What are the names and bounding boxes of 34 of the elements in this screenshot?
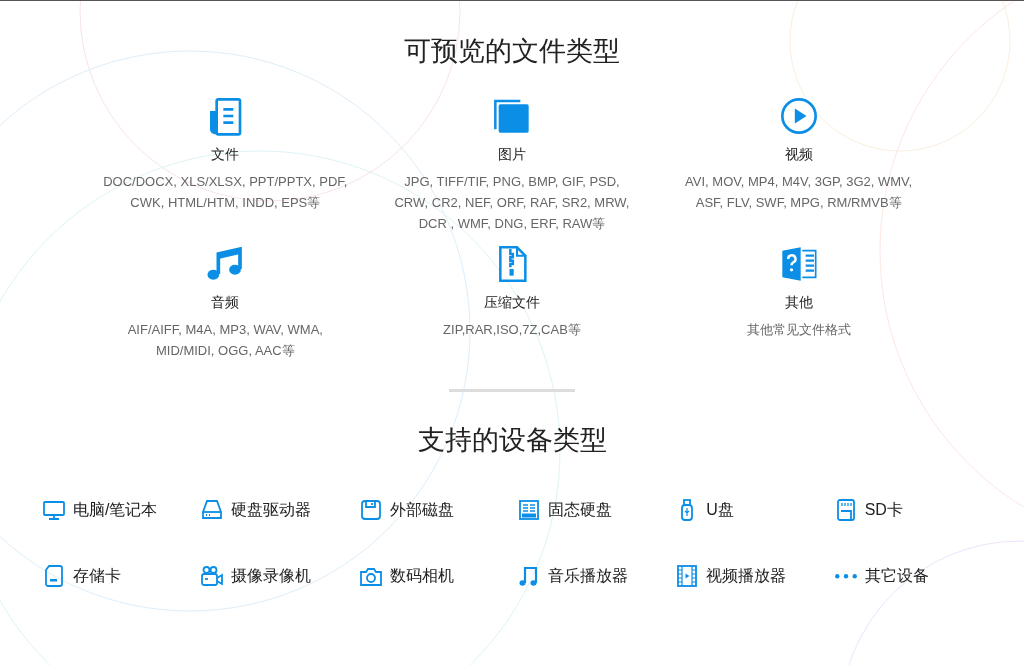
file-type-name: 图片 (498, 144, 526, 164)
more-dots-icon (833, 572, 858, 580)
memory-card-icon (42, 564, 66, 588)
section-title: 可预览的文件类型 (404, 35, 620, 68)
ssd-icon (517, 498, 541, 522)
file-formats: AIF/AIFF, M4A, MP3, WAV, WMA, MID/MIDI, OGG, AAC等 (126, 320, 324, 360)
file-type-name: 视频 (784, 144, 813, 164)
device-label: U盘 (706, 500, 734, 520)
device-label: 音乐播放器 (548, 566, 628, 586)
file-formats: DOC/DOCX, XLS/XLSX, PPT/PPTX, PDF, CWK, HTML/HTM, INDD, EPS等 (102, 172, 349, 212)
device-label: 固态硬盘 (548, 500, 612, 520)
hard-drive-icon (200, 498, 225, 522)
file-formats: JPG, TIFF/TIF, PNG, BMP, GIF, PSD, CRW, CR2, NEF, ORF, RAF, SR2, MRW, DCR , WMF, DNG, ERF, RAW等 (393, 172, 631, 233)
video-camera-icon (200, 564, 225, 588)
file-type-name: 压缩文件 (484, 292, 540, 312)
device-label: 电脑/笔记本 (73, 500, 158, 520)
device-label: 摄像录像机 (231, 566, 312, 586)
device-label: 数码相机 (389, 566, 454, 586)
file-type-name: 其他 (784, 292, 813, 312)
play-icon (778, 95, 819, 136)
device-label: 视频播放器 (706, 566, 787, 586)
device-label: 外部磁盘 (389, 500, 454, 520)
section-title: 支持的设备类型 (417, 423, 607, 457)
file-type-name: 文件 (211, 144, 240, 164)
device-label: SD卡 (864, 500, 903, 520)
device-label: 硬盘驱动器 (231, 500, 312, 520)
file-formats: 其他常见文件格式 (745, 320, 852, 339)
monitor-icon (42, 498, 66, 522)
film-strip-icon (675, 564, 700, 588)
device-label: 存储卡 (73, 566, 121, 586)
file-type-name: 音频 (211, 292, 240, 312)
file-formats: ZIP,RAR,ISO,7Z,CAB等 (442, 320, 582, 339)
file-formats: AVI, MOV, MP4, M4V, 3GP, 3G2, WMV, ASF, FLV, SWF, MPG, RM/RMVB等 (684, 172, 914, 212)
device-label: 其它设备 (864, 566, 929, 586)
